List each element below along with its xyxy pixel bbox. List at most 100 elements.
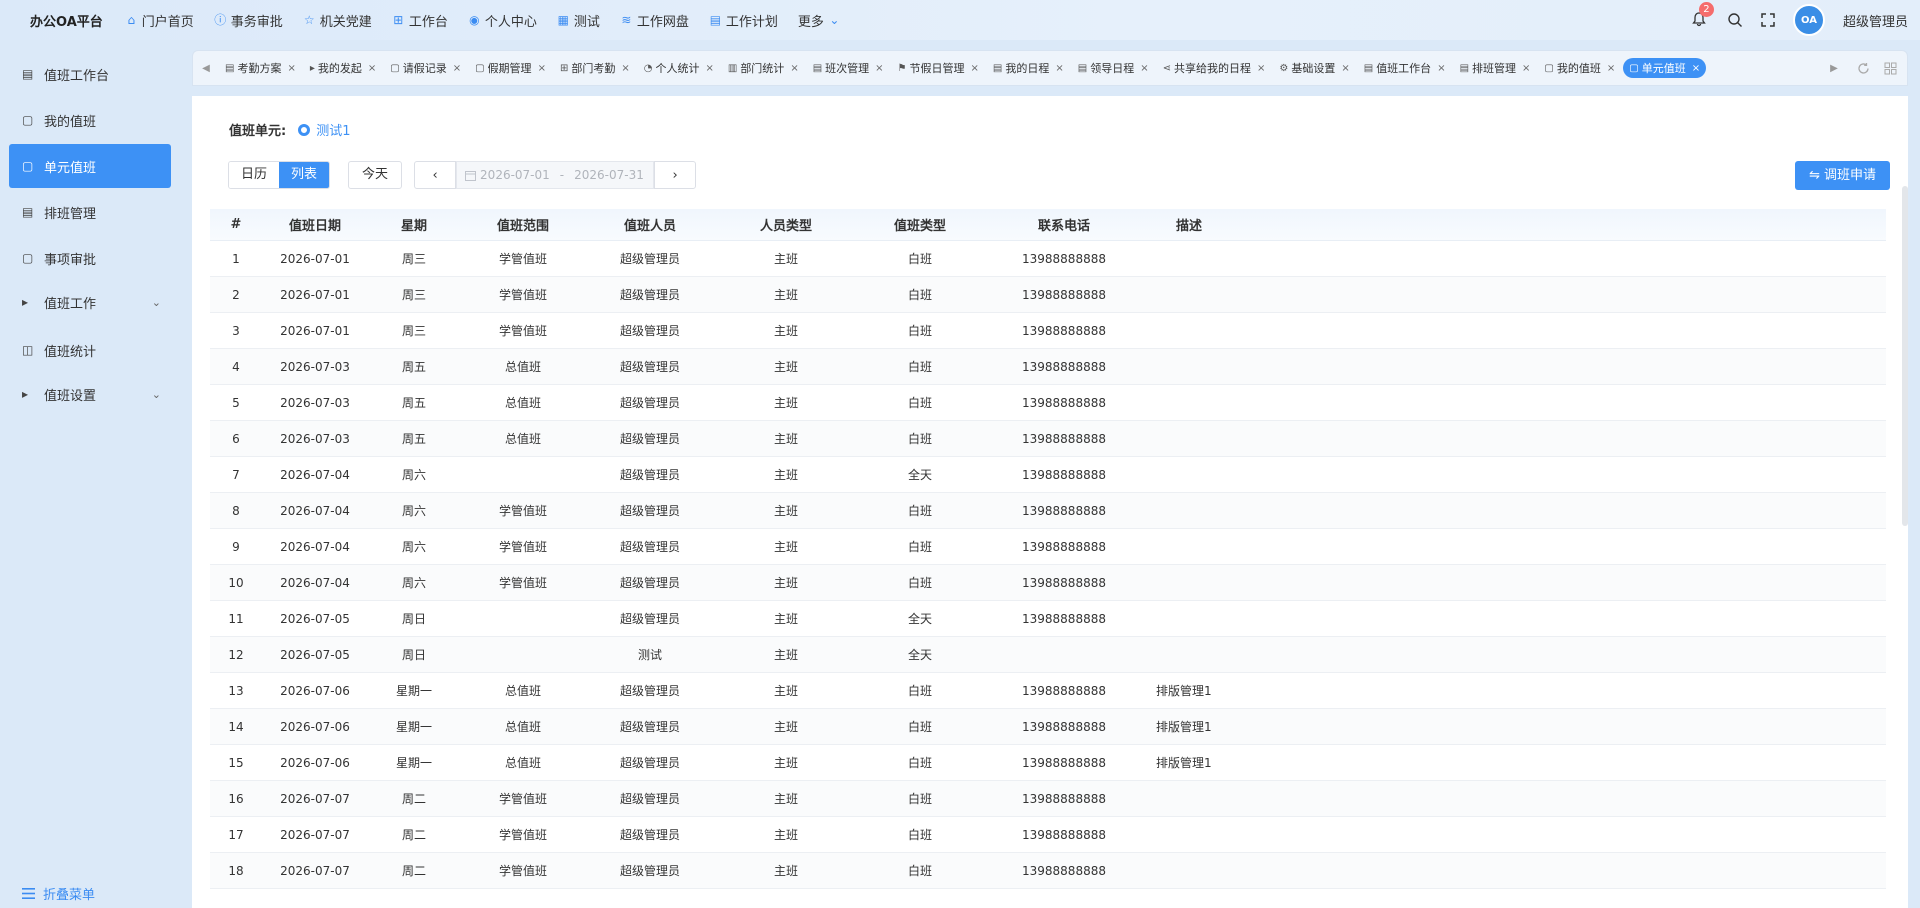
table-row[interactable]: 16 2026-07-07 周二 学管值班 超级管理员 主班 白班 13988888888	[210, 781, 1886, 817]
close-icon[interactable]: ×	[453, 63, 461, 74]
sidebar-item-6[interactable]: ◫ 值班统计	[9, 328, 171, 372]
avatar[interactable]: OA	[1792, 4, 1825, 36]
table-row[interactable]: 8 2026-07-04 周六 学管值班 超级管理员 主班 白班 13988888888	[210, 493, 1886, 529]
close-icon[interactable]: ×	[1437, 63, 1445, 74]
table-cell: 14	[228, 719, 244, 734]
sidebar-item-3[interactable]: ▤ 排班管理	[9, 190, 171, 234]
username[interactable]: 超级管理员	[1843, 11, 1908, 30]
tab-7[interactable]: ▤ 班次管理 ×	[807, 58, 890, 78]
nav-item-0[interactable]: ⌂ 门户首页	[125, 11, 193, 30]
tab-14[interactable]: ▤ 排班管理 ×	[1454, 58, 1537, 78]
close-icon[interactable]: ×	[1140, 63, 1148, 74]
close-icon[interactable]: ×	[1055, 63, 1063, 74]
table-row[interactable]: 12 2026-07-05 周日 测试 主班 全天	[210, 637, 1886, 673]
close-icon[interactable]: ×	[1692, 63, 1700, 74]
tab-13[interactable]: ▤ 值班工作台 ×	[1358, 58, 1452, 78]
tab-10[interactable]: ▤ 领导日程 ×	[1072, 58, 1155, 78]
tab-1[interactable]: ▸ 我的发起 ×	[304, 58, 382, 78]
tab-9[interactable]: ▤ 我的日程 ×	[987, 58, 1070, 78]
table-cell: 13988888888	[1022, 575, 1106, 590]
swap-icon: ⇋	[1809, 168, 1820, 183]
close-icon[interactable]: ×	[1607, 63, 1615, 74]
sidebar-item-2[interactable]: ▢ 单元值班	[9, 144, 171, 188]
close-icon[interactable]: ×	[971, 63, 979, 74]
close-icon[interactable]: ×	[1522, 63, 1530, 74]
tab-6[interactable]: ▥ 部门统计 ×	[722, 58, 805, 78]
nav-item-5[interactable]: ▦ 测试	[557, 11, 600, 30]
table-row[interactable]: 18 2026-07-07 周二 学管值班 超级管理员 主班 白班 13988888888	[210, 853, 1886, 889]
sidebar-item-1[interactable]: ▢ 我的值班	[9, 98, 171, 142]
tab-8[interactable]: ⚑ 节假日管理 ×	[892, 58, 985, 78]
close-icon[interactable]: ×	[875, 63, 883, 74]
nav-item-6[interactable]: ≋ 工作网盘	[620, 11, 689, 30]
grid-icon[interactable]	[1884, 62, 1897, 75]
notification-bell[interactable]: 2	[1691, 2, 1714, 29]
tab-scroll-right[interactable]: ▶	[1821, 51, 1847, 85]
prev-month-button[interactable]: ‹	[414, 161, 457, 189]
next-month-button[interactable]: ›	[654, 161, 697, 189]
tab-scroll-left[interactable]: ◀	[193, 51, 219, 85]
table-row[interactable]: 2 2026-07-01 周三 学管值班 超级管理员 主班 白班 13988888888	[210, 277, 1886, 313]
nav-item-4[interactable]: ◉ 个人中心	[468, 11, 537, 30]
tab-12[interactable]: ⚙ 基础设置 ×	[1273, 58, 1355, 78]
table-cell: 超级管理员	[619, 540, 680, 554]
caret-right-icon: ▶	[1830, 62, 1838, 74]
table-row[interactable]: 11 2026-07-05 周日 超级管理员 主班 全天 13988888888	[210, 601, 1886, 637]
sidebar-item-0[interactable]: ▤ 值班工作台	[9, 52, 171, 96]
duty-unit-value[interactable]: 测试1	[316, 120, 350, 139]
tab-16[interactable]: ▢ 单元值班 ×	[1623, 58, 1707, 78]
table-row[interactable]: 1 2026-07-01 周三 学管值班 超级管理员 主班 白班 13988888888	[210, 241, 1886, 277]
fullscreen-icon[interactable]	[1761, 13, 1775, 27]
tab-0[interactable]: ▤ 考勤方案 ×	[219, 58, 302, 78]
refresh-icon[interactable]	[1857, 62, 1870, 75]
tab-label: 个人统计	[655, 62, 700, 75]
swap-request-button[interactable]: ⇋ 调班申请	[1795, 161, 1890, 190]
table-row[interactable]: 17 2026-07-07 周二 学管值班 超级管理员 主班 白班 13988888888	[210, 817, 1886, 853]
tab-2[interactable]: ▢ 请假记录 ×	[384, 58, 467, 78]
close-icon[interactable]: ×	[1257, 63, 1265, 74]
view-list-button[interactable]: 列表	[279, 162, 330, 188]
close-icon[interactable]: ×	[790, 63, 798, 74]
table-cell: 2026-07-04	[280, 503, 350, 518]
table-row[interactable]: 7 2026-07-04 周六 超级管理员 主班 全天 13988888888	[210, 457, 1886, 493]
collapse-menu-button[interactable]: 折叠菜单	[22, 884, 95, 903]
tab-label: 我的发起	[317, 62, 362, 75]
nav-item-7[interactable]: ▤ 工作计划	[709, 11, 778, 30]
tab-3[interactable]: ▢ 假期管理 ×	[469, 58, 552, 78]
nav-item-8[interactable]: 更多 ⌄	[798, 11, 841, 30]
sidebar-item-5[interactable]: ▸ 值班工作 ⌄	[9, 280, 171, 324]
date-range-picker[interactable]: 2026-07-01 - 2026-07-31	[456, 161, 655, 189]
tab-11[interactable]: ⋖ 共享给我的日程 ×	[1157, 58, 1272, 78]
table-row[interactable]: 6 2026-07-03 周五 总值班 超级管理员 主班 白班 13988888888	[210, 421, 1886, 457]
close-icon[interactable]: ×	[287, 63, 295, 74]
tab-15[interactable]: ▢ 我的值班 ×	[1538, 58, 1621, 78]
close-icon[interactable]: ×	[621, 63, 629, 74]
nav-item-2[interactable]: ☆ 机关党建	[303, 11, 372, 30]
table-row[interactable]: 10 2026-07-04 周六 学管值班 超级管理员 主班 白班 13988888888	[210, 565, 1886, 601]
nav-item-3[interactable]: ⊞ 工作台	[392, 11, 448, 30]
close-icon[interactable]: ×	[368, 63, 376, 74]
close-icon[interactable]: ×	[1341, 63, 1349, 74]
close-icon[interactable]: ×	[538, 63, 546, 74]
table-row[interactable]: 3 2026-07-01 周三 学管值班 超级管理员 主班 白班 13988888888	[210, 313, 1886, 349]
view-calendar-button[interactable]: 日历	[229, 162, 280, 188]
table-row[interactable]: 4 2026-07-03 周五 总值班 超级管理员 主班 白班 13988888888	[210, 349, 1886, 385]
tab-4[interactable]: ⊞ 部门考勤 ×	[554, 58, 636, 78]
date-range-start: 2026-07-01	[480, 168, 550, 182]
table-row[interactable]: 9 2026-07-04 周六 学管值班 超级管理员 主班 白班 13988888888	[210, 529, 1886, 565]
sidebar-item-7[interactable]: ▸ 值班设置 ⌄	[9, 372, 171, 416]
scrollbar[interactable]	[1902, 186, 1908, 526]
close-icon[interactable]: ×	[705, 63, 713, 74]
sidebar-item-4[interactable]: ▢ 事项审批	[9, 236, 171, 280]
table-row[interactable]: 13 2026-07-06 星期一 总值班 超级管理员 主班 白班 13988888888 排版…	[210, 673, 1886, 709]
table-cell: 学管值班	[498, 288, 547, 302]
tab-5[interactable]: ◔ 个人统计 ×	[638, 58, 720, 78]
today-button[interactable]: 今天	[348, 161, 403, 189]
table-row[interactable]: 5 2026-07-03 周五 总值班 超级管理员 主班 白班 13988888888	[210, 385, 1886, 421]
table-row[interactable]: 14 2026-07-06 星期一 总值班 超级管理员 主班 白班 13988888888 排版…	[210, 709, 1886, 745]
duty-unit-radio[interactable]	[298, 123, 311, 136]
search-icon[interactable]	[1727, 12, 1743, 28]
table-row[interactable]: 15 2026-07-06 星期一 总值班 超级管理员 主班 白班 13988888888 排版…	[210, 745, 1886, 781]
table-cell: 13988888888	[1022, 611, 1106, 626]
nav-item-1[interactable]: ⓘ 事务审批	[214, 11, 283, 30]
